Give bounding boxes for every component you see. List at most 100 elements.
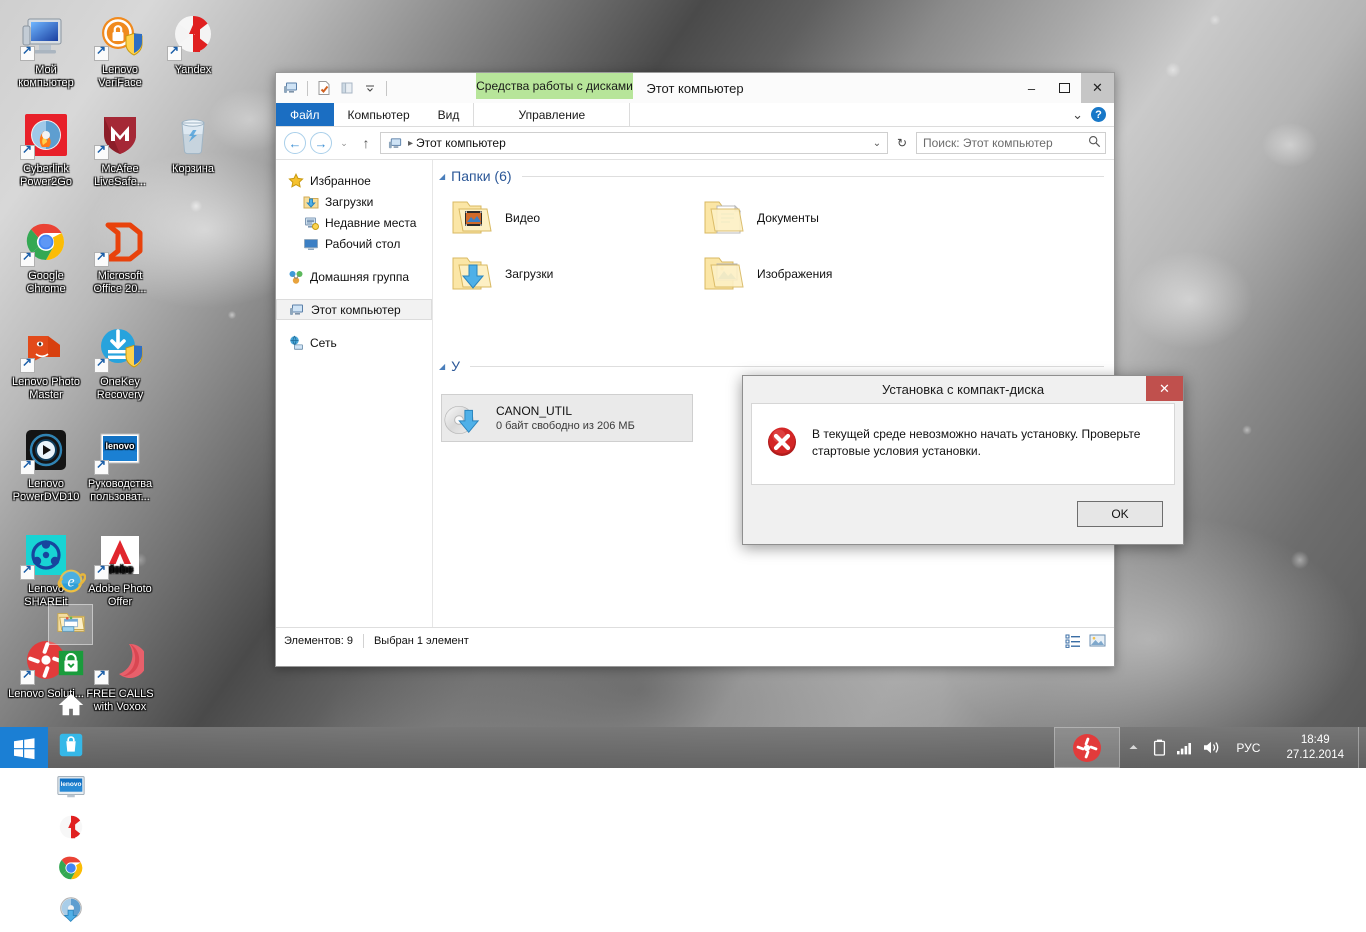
desktop-icon-veriface[interactable]: Lenovo VeriFace [82, 12, 158, 89]
yandex-icon [169, 12, 217, 60]
show-hidden-icons-button[interactable] [1120, 727, 1146, 768]
taskbar-button-yandex-browser[interactable] [48, 809, 93, 850]
section-header[interactable]: ◢Папки (6) [433, 160, 1114, 186]
sidebar-item-recent-places[interactable]: Недавние места [276, 212, 432, 233]
taskbar-button-windows-store[interactable] [48, 645, 93, 686]
sidebar-item-homegroup[interactable]: Домашняя группа [276, 266, 432, 287]
battery-icon[interactable] [1146, 727, 1172, 768]
address-bar[interactable]: ← → ⌄ ↑ ▸ Этот компьютер ⌄ ↻ Поиск: Этот… [276, 127, 1114, 159]
window-controls[interactable]: – ✕ [1015, 73, 1114, 103]
status-bar: Элементов: 9 Выбран 1 элемент [276, 627, 1114, 653]
network-signal-icon[interactable] [1172, 727, 1198, 768]
forward-button[interactable]: → [310, 132, 332, 154]
dialog-close-button[interactable]: ✕ [1146, 376, 1183, 401]
lenovo-store-icon [56, 730, 86, 765]
taskbar-button-google-chrome[interactable] [48, 850, 93, 891]
desktop-icon-lenovo-manuals[interactable]: lenovoРуководства пользоват... [82, 426, 158, 503]
back-button[interactable]: ← [284, 132, 306, 154]
desktop-icon-voxox[interactable]: FREE CALLS with Voxox [82, 636, 158, 713]
breadcrumb-dropdown-icon[interactable]: ⌄ [869, 138, 885, 149]
tab-view[interactable]: Вид [424, 103, 474, 126]
large-icons-view-icon[interactable] [1088, 632, 1106, 650]
collapse-triangle-icon[interactable]: ◢ [439, 172, 445, 181]
section-rule [522, 176, 1104, 177]
history-dropdown-icon[interactable]: ⌄ [336, 138, 352, 149]
computer-icon [385, 133, 405, 153]
desktop-icon-yandex[interactable]: Yandex [155, 12, 231, 77]
breadcrumb-item-this-pc[interactable]: Этот компьютер [416, 136, 506, 150]
desktop-icon-my-computer[interactable]: Мой компьютер [8, 12, 84, 89]
desktop-icon-ms-office[interactable]: Microsoft Office 20... [82, 218, 158, 295]
desktop-icon-label: Microsoft Office 20... [82, 270, 158, 295]
details-view-icon[interactable] [1064, 632, 1082, 650]
sidebar-item-desktop[interactable]: Рабочий стол [276, 233, 432, 254]
shortcut-overlay-icon [94, 358, 109, 373]
taskbar-button-lenovo-support[interactable]: lenovo [48, 768, 93, 809]
minimize-button[interactable]: – [1015, 73, 1048, 103]
taskbar-app-list[interactable]: e lenovo [48, 563, 93, 932]
ok-button[interactable]: OK [1077, 501, 1163, 527]
desktop-icon-mcafee[interactable]: McAfee LiveSafe... [82, 111, 158, 188]
file-item[interactable]: CANON_UTIL0 байт свободно из 206 МБ [441, 394, 693, 442]
taskbar-button-home-app[interactable] [48, 686, 93, 727]
desktop-icon-photo-master[interactable]: Lenovo Photo Master [8, 324, 84, 401]
volume-icon[interactable] [1198, 727, 1224, 768]
sidebar-item-computer[interactable]: Этот компьютер [276, 299, 432, 320]
taskbar[interactable]: e lenovo [0, 727, 1366, 768]
sidebar-item-favorites-star[interactable]: Избранное [276, 170, 432, 191]
system-tray[interactable]: РУС 18:49 27.12.2014 [1054, 727, 1366, 768]
language-indicator[interactable]: РУС [1224, 741, 1272, 755]
desktop-icon-label: McAfee LiveSafe... [82, 163, 158, 188]
tray-lenovo-solution-icon[interactable] [1054, 727, 1120, 768]
ribbon-right-controls[interactable]: ⌄ ? [1072, 103, 1114, 126]
section-header[interactable]: ◢У [433, 302, 1114, 376]
up-button[interactable]: ↑ [356, 135, 376, 151]
close-button[interactable]: ✕ [1081, 73, 1114, 103]
sidebar-item-downloads-folder[interactable]: Загрузки [276, 191, 432, 212]
desktop-icon-label: Lenovo PowerDVD10 [8, 478, 84, 503]
file-explorer-window[interactable]: Средства работы с дисками Этот компьютер… [275, 72, 1115, 667]
search-icon[interactable] [1088, 135, 1101, 151]
dialog-footer: OK [743, 485, 1183, 543]
cd-install-error-dialog[interactable]: Установка с компакт-диска ✕ В текущей ср… [742, 375, 1184, 545]
desktop-icon-powerdvd[interactable]: Lenovo PowerDVD10 [8, 426, 84, 503]
search-input[interactable]: Поиск: Этот компьютер [916, 132, 1106, 154]
file-item[interactable]: Изображения [703, 246, 955, 302]
tab-file[interactable]: Файл [276, 103, 334, 126]
desktop-icon-power2go[interactable]: Cyberlink Power2Go [8, 111, 84, 188]
tab-manage[interactable]: Управление [473, 103, 630, 126]
file-item[interactable]: Загрузки [451, 246, 703, 302]
view-toggle-group[interactable] [1064, 632, 1106, 650]
clock[interactable]: 18:49 27.12.2014 [1272, 733, 1358, 763]
ribbon-tab-bar[interactable]: Файл Компьютер Вид Управление ⌄ ? [276, 103, 1114, 127]
file-item[interactable]: Видео [451, 190, 703, 246]
collapse-triangle-icon[interactable]: ◢ [439, 362, 445, 371]
desktop-icon-recycle-bin[interactable]: Корзина [155, 111, 231, 176]
desktop-icon-adobe-photo[interactable]: dobeAdobe Photo Offer [82, 531, 158, 608]
taskbar-buttons[interactable]: e lenovo [0, 727, 93, 768]
chrome-icon [22, 218, 70, 266]
start-button[interactable] [0, 727, 48, 768]
navigation-pane[interactable]: Избранное Загрузки Недавние места Рабочи… [276, 160, 433, 627]
taskbar-button-internet-explorer[interactable]: e [48, 563, 93, 604]
lenovo-manuals-icon: lenovo [96, 426, 144, 474]
maximize-button[interactable] [1048, 73, 1081, 103]
tab-computer[interactable]: Компьютер [334, 103, 424, 126]
adobe-photo-icon: dobe [96, 531, 144, 579]
desktop-icon-chrome[interactable]: Google Chrome [8, 218, 84, 295]
taskbar-button-file-explorer[interactable] [48, 604, 93, 645]
chevron-down-icon[interactable]: ⌄ [1072, 107, 1083, 123]
breadcrumb[interactable]: ▸ Этот компьютер ⌄ [380, 132, 888, 154]
sidebar-item-network[interactable]: Сеть [276, 332, 432, 353]
refresh-button[interactable]: ↻ [892, 132, 912, 154]
help-icon[interactable]: ? [1091, 107, 1106, 122]
breadcrumb-separator[interactable]: ▸ [408, 138, 413, 149]
dialog-title-bar[interactable]: Установка с компакт-диска ✕ [743, 376, 1183, 403]
taskbar-button-lenovo-store[interactable] [48, 727, 93, 768]
taskbar-button-power2go[interactable] [48, 891, 93, 932]
window-title-bar[interactable]: Средства работы с дисками Этот компьютер… [276, 73, 1114, 103]
lenovo-monitor-icon: lenovo [56, 771, 86, 806]
show-desktop-button[interactable] [1358, 727, 1366, 768]
desktop-icon-onekey-recovery[interactable]: OneKey Recovery [82, 324, 158, 401]
file-item[interactable]: Документы [703, 190, 955, 246]
